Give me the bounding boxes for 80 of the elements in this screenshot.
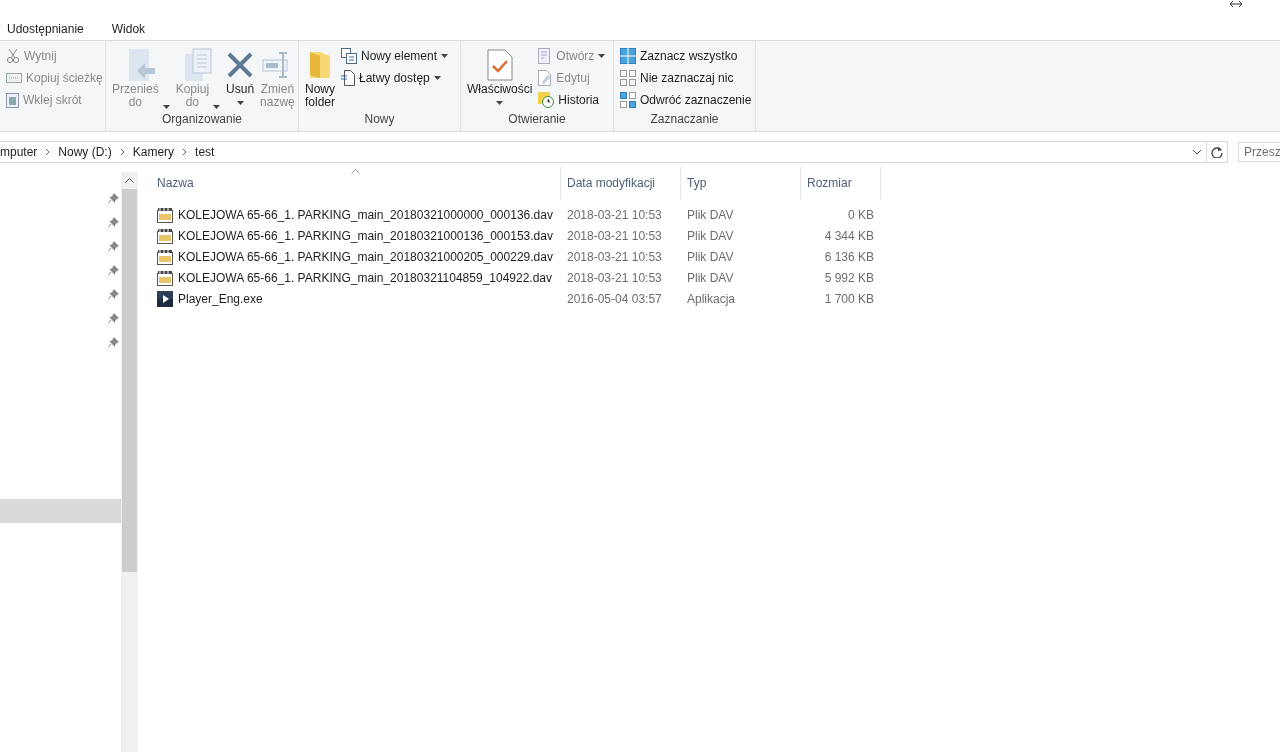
- date-cell-text: 2018-03-21 10:53: [566, 249, 663, 264]
- ribbon-button[interactable]: Nowy element: [338, 45, 452, 67]
- file-name[interactable]: KOLEJOWA 65-66_1. PARKING_main_20180321104859_104922.dav: [178, 270, 553, 285]
- resize-icon: [1230, 0, 1242, 8]
- file-name[interactable]: KOLEJOWA 65-66_1. PARKING_main_20180321000136_000153.dav: [178, 228, 553, 243]
- column-header[interactable]: Data modyfikacji: [567, 176, 656, 190]
- breadcrumb[interactable]: Kamery: [132, 145, 175, 159]
- path-icon: [6, 73, 22, 83]
- video-file-icon: [157, 206, 173, 223]
- type-cell-text: Plik DAV: [686, 207, 735, 222]
- chevron-icon: [45, 148, 51, 156]
- pin-icon[interactable]: [108, 240, 119, 252]
- pin-icon[interactable]: [108, 312, 119, 324]
- scrollbar[interactable]: [121, 172, 138, 752]
- chevron-icon: [182, 148, 188, 156]
- video-file-icon: [157, 227, 173, 244]
- size-cell-text: 5 992 KB: [823, 270, 874, 285]
- type-cell-text: Aplikacja: [686, 291, 737, 306]
- history-icon: [538, 92, 555, 108]
- document-icon: [341, 70, 355, 86]
- breadcrumb[interactable]: test: [195, 145, 215, 159]
- column-header[interactable]: Rozmiar: [807, 176, 852, 190]
- ribbon-button[interactable]: Usuń: [223, 44, 258, 110]
- new-item-icon: [341, 48, 357, 64]
- group-label: Nowy: [364, 112, 395, 126]
- group-label: Otwieranie: [508, 112, 566, 126]
- scroll-up-icon[interactable]: [125, 178, 134, 183]
- scrollbar-thumb[interactable]: [122, 189, 137, 572]
- type-cell-text: Plik DAV: [686, 270, 735, 285]
- video-file-icon: [157, 248, 173, 265]
- properties-icon: [486, 49, 513, 81]
- scissors-icon: [6, 48, 20, 64]
- ribbon-button[interactable]: Odwróć zaznaczenie: [617, 89, 755, 111]
- chevron-icon: [119, 148, 125, 156]
- date-cell-text: 2018-03-21 10:53: [566, 270, 663, 285]
- breadcrumb[interactable]: mputer: [0, 145, 38, 159]
- type-cell-text: Plik DAV: [686, 249, 735, 264]
- date-cell-text: 2016-05-04 03:57: [566, 291, 663, 306]
- ribbon-button[interactable]: Nowy folder: [302, 44, 338, 109]
- size-cell-text: 1 700 KB: [823, 291, 874, 306]
- pin-icon[interactable]: [108, 192, 119, 204]
- dropdown-chevron-icon[interactable]: [1192, 149, 1202, 155]
- ribbon-button[interactable]: Właściwości: [464, 44, 536, 110]
- size-cell-text: 4 344 KB: [823, 228, 874, 243]
- size-cell-text: 0 KB: [847, 207, 874, 222]
- date-cell-text: 2018-03-21 10:53: [566, 207, 663, 222]
- pin-icon[interactable]: [108, 264, 119, 276]
- folder-icon: [308, 50, 332, 80]
- group-label: Zaznaczanie: [650, 112, 719, 126]
- search-field[interactable]: Przesz: [1238, 142, 1280, 162]
- pin-icon[interactable]: [108, 336, 119, 348]
- play-app-icon: [157, 290, 173, 307]
- refresh-icon: [1211, 146, 1223, 158]
- column-header[interactable]: Typ: [687, 176, 707, 190]
- size-cell-text: 6 136 KB: [823, 249, 874, 264]
- edit-icon: [538, 70, 553, 86]
- select-all-icon: [620, 48, 636, 64]
- refresh-button[interactable]: [1206, 141, 1228, 163]
- invert-selection-icon: [620, 92, 636, 108]
- file-name[interactable]: KOLEJOWA 65-66_1. PARKING_main_20180321000205_000229.dav: [178, 249, 553, 264]
- pin-icon[interactable]: [108, 216, 119, 228]
- ribbon-tab[interactable]: Widok: [104, 22, 153, 36]
- ribbon-button[interactable]: Łatwy dostęp: [338, 67, 452, 89]
- file-name[interactable]: KOLEJOWA 65-66_1. PARKING_main_20180321000000_000136.dav: [178, 207, 553, 222]
- breadcrumb[interactable]: Nowy (D:): [58, 145, 112, 159]
- ribbon-button[interactable]: Zaznacz wszystko: [617, 45, 755, 67]
- file-name[interactable]: Player_Eng.exe: [178, 291, 263, 306]
- group-label: Organizowanie: [161, 112, 242, 126]
- open-icon: [538, 48, 553, 64]
- video-file-icon: [157, 269, 173, 286]
- date-cell-text: 2018-03-21 10:53: [566, 228, 663, 243]
- pin-icon[interactable]: [108, 288, 119, 300]
- select-none-icon: [620, 70, 636, 86]
- delete-icon: [226, 51, 255, 79]
- clipboard-icon: [6, 92, 19, 108]
- ribbon-button[interactable]: Historia: [535, 89, 609, 111]
- column-header[interactable]: Nazwa: [157, 176, 194, 190]
- type-cell-text: Plik DAV: [686, 228, 735, 243]
- ribbon-tab[interactable]: Udostępnianie: [0, 22, 91, 36]
- ribbon-button[interactable]: Nie zaznaczaj nic: [617, 67, 755, 89]
